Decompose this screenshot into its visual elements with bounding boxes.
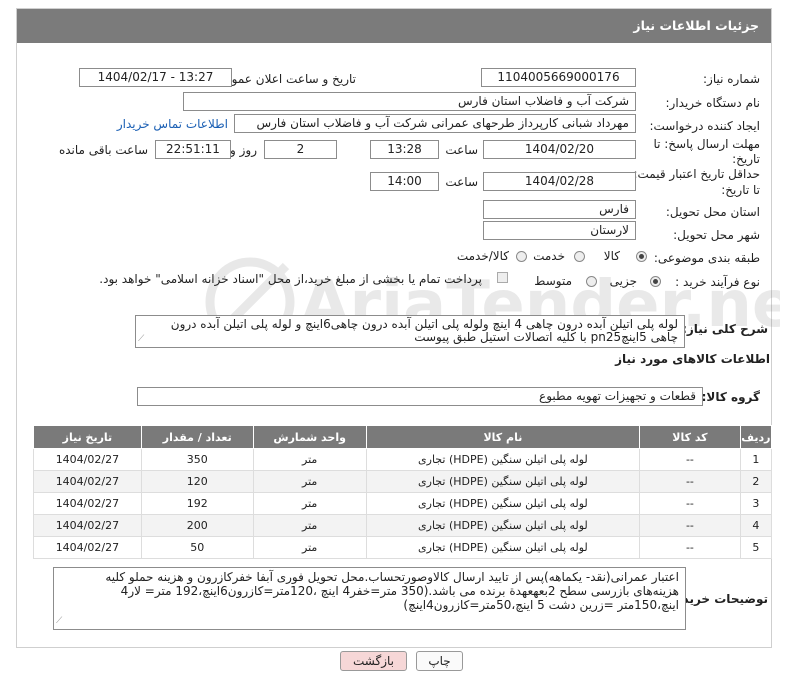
col-header-quantity: تعداد / مقدار	[140, 425, 254, 449]
price-validity-label-1: حداقل تاریخ اعتبار قیمت:	[633, 167, 760, 181]
price-validity-time-field: 14:00	[370, 172, 439, 191]
price-validity-date-field: 1404/02/28	[483, 172, 636, 191]
process-type-label: نوع فرآیند خرید :	[675, 275, 760, 289]
remaining-time-label: ساعت باقی مانده	[58, 143, 148, 157]
col-header-item-code: کد کالا	[639, 425, 741, 449]
cell-row-number: 2	[739, 470, 773, 493]
cell-item-code: --	[639, 492, 741, 515]
buyer-org-label: نام دستگاه خریدار:	[665, 96, 761, 110]
cell-quantity: 200	[140, 514, 254, 537]
buyer-org-field: شرکت آب و فاضلاب استان فارس	[183, 92, 636, 111]
treasury-payment-checkbox[interactable]	[497, 272, 508, 283]
goods-info-title: اطلاعات کالاهای مورد نیاز	[615, 352, 770, 366]
announce-datetime-field: 1404/02/17 - 13:27	[79, 68, 232, 87]
cell-item-name: لوله پلی اتیلن سنگین (HDPE) تجاری	[365, 470, 641, 493]
cell-need-date: 1404/02/27	[33, 536, 142, 559]
table-row: 4 -- لوله پلی اتیلن سنگین (HDPE) تجاری م…	[33, 514, 773, 537]
cell-item-name: لوله پلی اتیلن سنگین (HDPE) تجاری	[365, 514, 641, 537]
print-button[interactable]: چاپ	[416, 651, 463, 671]
general-description-label: شرح کلی نیاز:	[682, 322, 768, 336]
process-radio-medium[interactable]	[586, 276, 597, 287]
cell-quantity: 50	[140, 536, 254, 559]
general-description-text: لوله پلی اتیلن آبده درون چاهی 4 اینچ ولو…	[170, 317, 678, 344]
reply-days-field: 2	[264, 140, 337, 159]
back-button[interactable]: بازگشت	[340, 651, 407, 671]
price-validity-label-2: تا تاریخ:	[721, 183, 760, 197]
buyer-notes-text: اعتبار عمرانی(نقد- یکماهه)پس از تایید ار…	[105, 570, 679, 612]
cell-item-code: --	[639, 514, 741, 537]
delivery-province-label: استان محل تحویل:	[665, 205, 760, 219]
reply-deadline-time-label: ساعت	[445, 143, 478, 157]
requester-label: ایجاد کننده درخواست:	[649, 119, 760, 133]
cell-need-date: 1404/02/27	[33, 470, 142, 493]
cell-item-code: --	[639, 536, 741, 559]
category-option-goods-service: کالا/خدمت	[456, 249, 509, 263]
delivery-city-label: شهر محل تحویل:	[673, 228, 760, 242]
reply-deadline-label-2: تاریخ:	[732, 152, 760, 166]
category-option-goods: کالا	[603, 249, 620, 263]
table-header-row: ردیف کد کالا نام کالا واحد شمارش تعداد /…	[33, 425, 773, 449]
reply-days-label: روز و	[230, 143, 257, 157]
resize-grip-icon[interactable]: ⟋	[56, 614, 62, 628]
requester-field: مهرداد شبانی کارپرداز طرحهای عمرانی شرکت…	[234, 114, 636, 133]
category-label: طبقه بندی موضوعی:	[653, 251, 760, 265]
goods-group-label: گروه کالا:	[701, 390, 760, 404]
cell-item-name: لوله پلی اتیلن سنگین (HDPE) تجاری	[365, 536, 641, 559]
cell-need-date: 1404/02/27	[33, 492, 142, 515]
table-row: 2 -- لوله پلی اتیلن سنگین (HDPE) تجاری م…	[33, 470, 773, 493]
process-option-minor: جزیی	[609, 274, 637, 288]
cell-row-number: 5	[739, 536, 773, 559]
table-row: 1 -- لوله پلی اتیلن سنگین (HDPE) تجاری م…	[33, 448, 773, 471]
category-radio-goods-service[interactable]	[516, 251, 527, 262]
cell-row-number: 3	[739, 492, 773, 515]
category-radio-goods[interactable]	[636, 251, 647, 262]
announce-datetime-label: تاریخ و ساعت اعلان عمومی:	[211, 72, 356, 86]
col-header-item-name: نام کالا	[365, 425, 641, 449]
page-title: جزئیات اطلاعات نیاز	[17, 9, 771, 43]
reply-deadline-time-field: 13:28	[370, 140, 439, 159]
cell-quantity: 350	[140, 448, 254, 471]
reply-deadline-date-field: 1404/02/20	[483, 140, 636, 159]
delivery-province-field: فارس	[483, 200, 636, 219]
cell-unit: متر	[252, 470, 367, 493]
general-description-field: لوله پلی اتیلن آبده درون چاهی 4 اینچ ولو…	[135, 315, 685, 348]
cell-quantity: 120	[140, 470, 254, 493]
cell-need-date: 1404/02/27	[33, 448, 142, 471]
cell-item-code: --	[639, 470, 741, 493]
table-row: 3 -- لوله پلی اتیلن سنگین (HDPE) تجاری م…	[33, 492, 773, 515]
cell-item-name: لوله پلی اتیلن سنگین (HDPE) تجاری	[365, 492, 641, 515]
cell-item-code: --	[639, 448, 741, 471]
col-header-row-number: ردیف	[739, 425, 773, 449]
price-validity-time-label: ساعت	[445, 175, 478, 189]
remaining-time-field: 22:51:11	[155, 140, 231, 159]
buyer-contact-link[interactable]: اطلاعات تماس خریدار	[117, 117, 228, 131]
need-number-field: 1104005669000176	[481, 68, 636, 87]
buyer-notes-field: اعتبار عمرانی(نقد- یکماهه)پس از تایید ار…	[53, 567, 686, 630]
process-radio-minor[interactable]	[650, 276, 661, 287]
category-radio-service[interactable]	[574, 251, 585, 262]
category-option-service: خدمت	[533, 249, 565, 263]
reply-deadline-label-1: مهلت ارسال پاسخ: تا	[653, 137, 760, 151]
cell-row-number: 1	[739, 448, 773, 471]
cell-unit: متر	[252, 492, 367, 515]
delivery-city-field: لارستان	[483, 221, 636, 240]
col-header-unit: واحد شمارش	[252, 425, 367, 449]
cell-unit: متر	[252, 448, 367, 471]
cell-quantity: 192	[140, 492, 254, 515]
cell-need-date: 1404/02/27	[33, 514, 142, 537]
goods-table: ردیف کد کالا نام کالا واحد شمارش تعداد /…	[33, 425, 773, 559]
need-number-label: شماره نیاز:	[703, 72, 760, 86]
cell-row-number: 4	[739, 514, 773, 537]
cell-unit: متر	[252, 514, 367, 537]
treasury-payment-note: پرداخت تمام یا بخشی از مبلغ خرید،از محل …	[99, 272, 482, 286]
cell-item-name: لوله پلی اتیلن سنگین (HDPE) تجاری	[365, 448, 641, 471]
resize-grip-icon[interactable]: ⟋	[138, 333, 144, 346]
goods-group-field: قطعات و تجهیزات تهویه مطبوع	[137, 387, 703, 406]
cell-unit: متر	[252, 536, 367, 559]
table-row: 5 -- لوله پلی اتیلن سنگین (HDPE) تجاری م…	[33, 536, 773, 559]
process-option-medium: متوسط	[534, 274, 572, 288]
col-header-need-date: تاریخ نیاز	[33, 425, 142, 449]
